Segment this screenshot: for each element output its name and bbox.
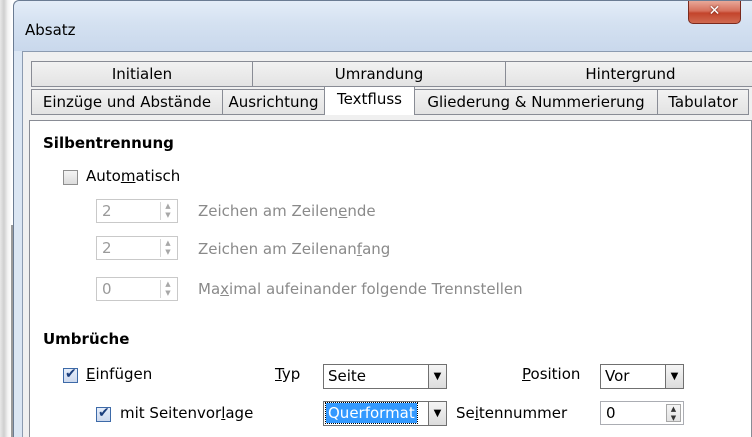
tab-ausrichtung[interactable]: Ausrichtung <box>222 89 325 115</box>
tab-initialen[interactable]: Initialen <box>31 61 253 87</box>
check-icon: ✔ <box>65 366 77 382</box>
auto-hyphenation-checkbox[interactable] <box>63 170 78 185</box>
spin-down-icon[interactable]: ▼ <box>667 414 680 423</box>
max-hyphens-spinbox[interactable]: 0 ▲ ▼ <box>96 277 178 301</box>
spin-down-icon[interactable]: ▼ <box>161 289 175 298</box>
insert-break-checkbox[interactable]: ✔ <box>63 366 78 383</box>
close-button[interactable]: ✕ <box>688 1 741 24</box>
auto-hyphenation-label[interactable]: Automatisch <box>86 167 180 185</box>
check-icon: ✔ <box>98 405 110 421</box>
hyphenation-section-title: Silbentrennung <box>43 134 174 152</box>
insert-break-label[interactable]: Einfügen <box>86 365 152 383</box>
page-number-label: Seitennummer <box>456 404 568 422</box>
tab-einzuege-und-abstaende[interactable]: Einzüge und Abstände <box>31 89 223 115</box>
with-page-style-label[interactable]: mit Seitenvorlage <box>120 404 253 422</box>
dropdown-arrow-icon[interactable]: ▼ <box>665 365 683 388</box>
breaks-section-title: Umbrüche <box>43 330 130 348</box>
tab-gliederung-und-nummerierung[interactable]: Gliederung & Nummerierung <box>414 89 658 115</box>
max-hyphens-label: Maximal aufeinander folgende Trennstelle… <box>198 280 523 298</box>
chars-line-end-spinbox[interactable]: 2 ▲ ▼ <box>96 199 178 223</box>
tab-hintergrund[interactable]: Hintergrund <box>505 61 752 87</box>
with-page-style-checkbox[interactable]: ✔ <box>96 405 111 422</box>
chars-line-begin-spinbox[interactable]: 2 ▲ ▼ <box>96 236 178 260</box>
dropdown-arrow-icon[interactable]: ▼ <box>428 365 446 388</box>
spin-down-icon[interactable]: ▼ <box>161 248 175 257</box>
break-position-label: Position <box>522 365 581 383</box>
spin-up-icon[interactable]: ▲ <box>161 280 175 289</box>
chars-line-begin-label: Zeichen am Zeilenanfang <box>198 240 391 258</box>
window-title: Absatz <box>25 21 76 39</box>
spin-down-icon[interactable]: ▼ <box>161 211 175 220</box>
page-style-select[interactable]: Querformat ▼ <box>323 401 447 426</box>
spin-up-icon[interactable]: ▲ <box>667 405 680 414</box>
chars-line-end-label: Zeichen am Zeilenende <box>198 202 376 220</box>
page-number-spinbox[interactable]: 0 ▲ ▼ <box>600 401 684 425</box>
close-icon: ✕ <box>708 3 721 19</box>
tab-tabulator[interactable]: Tabulator <box>657 89 749 115</box>
dropdown-arrow-icon[interactable]: ▼ <box>428 402 446 425</box>
tab-textfluss[interactable]: Textfluss <box>324 86 415 115</box>
break-type-select[interactable]: Seite ▼ <box>323 364 447 389</box>
spin-up-icon[interactable]: ▲ <box>161 239 175 248</box>
break-type-label: Typ <box>275 365 301 383</box>
spin-up-icon[interactable]: ▲ <box>161 202 175 211</box>
break-position-select[interactable]: Vor ▼ <box>600 364 684 389</box>
title-bar[interactable]: Absatz ✕ <box>14 1 752 51</box>
tab-umrandung[interactable]: Umrandung <box>252 61 506 87</box>
